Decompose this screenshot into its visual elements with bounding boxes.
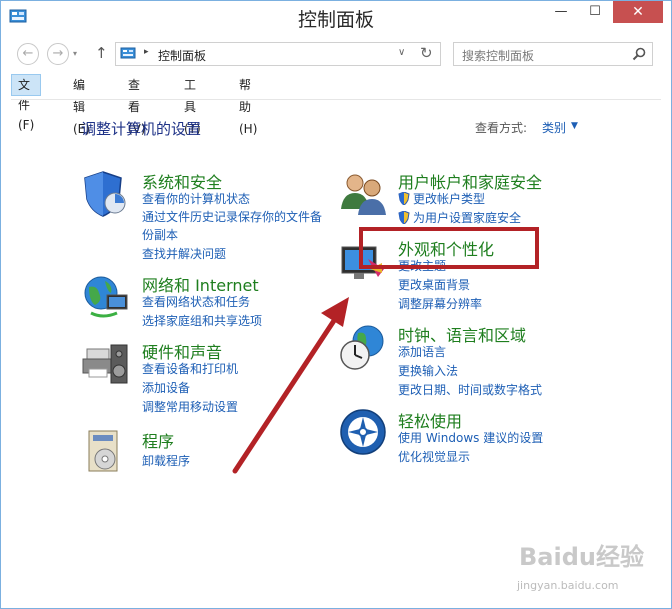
up-button[interactable]: ↑: [95, 44, 108, 62]
title-bar: 控制面板 — ☐ ✕: [1, 1, 671, 35]
navigation-bar: ← → ▾ ↑ ▸ 控制面板 ∨ ↻ 搜索控制面板: [1, 39, 671, 69]
link-add-language[interactable]: 添加语言: [398, 343, 446, 360]
recent-locations-button[interactable]: ▾: [73, 49, 77, 58]
search-icon[interactable]: [632, 47, 646, 61]
minimize-button[interactable]: —: [545, 1, 577, 23]
search-input[interactable]: 搜索控制面板: [453, 42, 653, 66]
maximize-button[interactable]: ☐: [579, 1, 611, 23]
forward-button[interactable]: →: [47, 43, 69, 65]
link-date-time-format[interactable]: 更改日期、时间或数字格式: [398, 381, 542, 398]
user-accounts-icon[interactable]: [338, 169, 388, 219]
menu-file[interactable]: 文件(F): [11, 74, 42, 132]
menu-view[interactable]: 查看(V): [122, 74, 152, 136]
back-button[interactable]: ←: [17, 43, 39, 65]
link-uninstall-program[interactable]: 卸载程序: [142, 452, 190, 469]
link-change-input-method[interactable]: 更换输入法: [398, 362, 458, 379]
link-file-history-cont[interactable]: 份副本: [142, 226, 178, 243]
view-by-label: 查看方式:: [475, 121, 528, 135]
annotation-highlight-box: [359, 227, 539, 269]
breadcrumb-separator-icon[interactable]: ▸: [144, 47, 149, 57]
link-optimize-visual-display[interactable]: 优化视觉显示: [398, 448, 470, 465]
watermark-url: jingyan.baidu.com: [517, 579, 619, 592]
link-file-history[interactable]: 通过文件历史记录保存你的文件备: [142, 208, 322, 225]
link-screen-resolution[interactable]: 调整屏幕分辨率: [398, 295, 482, 312]
link-windows-suggested-settings[interactable]: 使用 Windows 建议的设置: [398, 429, 543, 446]
link-desktop-background[interactable]: 更改桌面背景: [398, 276, 470, 293]
link-troubleshoot[interactable]: 查找并解决问题: [142, 245, 226, 262]
control-panel-icon: [120, 47, 136, 59]
address-dropdown-icon[interactable]: ∨: [398, 47, 405, 58]
network-globe-icon[interactable]: [81, 273, 131, 323]
uac-shield-icon: [398, 211, 410, 224]
breadcrumb[interactable]: 控制面板: [158, 47, 206, 64]
link-change-account-type[interactable]: 更改帐户类型: [398, 190, 485, 207]
link-add-device[interactable]: 添加设备: [142, 379, 190, 396]
link-family-safety-label[interactable]: 为用户设置家庭安全: [413, 211, 521, 225]
menu-tools[interactable]: 工具(T): [178, 74, 207, 136]
view-by-caret-icon[interactable]: ▼: [571, 121, 578, 131]
link-family-safety[interactable]: 为用户设置家庭安全: [398, 209, 521, 226]
close-button[interactable]: ✕: [613, 1, 663, 23]
annotation-arrow-icon: [232, 297, 349, 474]
shield-security-icon[interactable]: [81, 169, 131, 219]
category-programs[interactable]: 程序: [142, 428, 174, 452]
page-title: 调整计算机的设置: [81, 120, 202, 138]
divider: [11, 99, 661, 100]
view-by-dropdown[interactable]: 类别: [542, 119, 566, 136]
control-panel-window: 控制面板 — ☐ ✕ ← → ▾ ↑ ▸ 控制面板 ∨ ↻ 搜索控制面板 文件(…: [0, 0, 672, 609]
programs-icon[interactable]: [81, 427, 131, 477]
menu-help[interactable]: 帮助(H): [233, 74, 263, 136]
printer-speaker-icon[interactable]: [81, 339, 131, 389]
link-change-account-type-label[interactable]: 更改帐户类型: [413, 192, 485, 206]
link-view-computer-status[interactable]: 查看你的计算机状态: [142, 190, 250, 207]
address-bar[interactable]: ▸ 控制面板 ∨ ↻: [115, 42, 441, 66]
uac-shield-icon: [398, 192, 410, 205]
baidu-watermark: Baidu经验 jingyan.baidu.com: [501, 529, 651, 601]
menu-edit[interactable]: 编辑(E): [67, 74, 96, 136]
watermark-text: Baidu经验: [519, 543, 644, 571]
refresh-icon[interactable]: ↻: [420, 44, 433, 62]
search-placeholder: 搜索控制面板: [462, 49, 535, 63]
